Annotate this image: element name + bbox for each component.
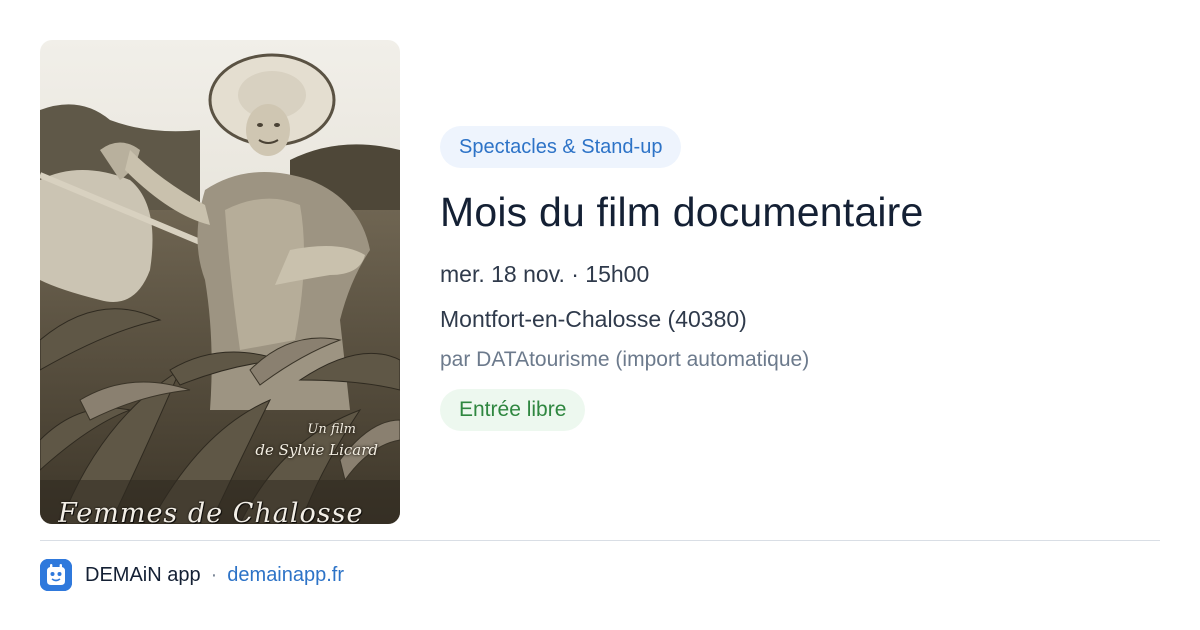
category-badge[interactable]: Spectacles & Stand-up bbox=[440, 126, 682, 168]
event-location: Montfort-en-Chalosse (40380) bbox=[440, 306, 747, 332]
event-share-card: Un film de Sylvie Licard Femmes de Chalo… bbox=[0, 0, 1200, 630]
event-info: Spectacles & Stand-up Mois du film docum… bbox=[440, 126, 1160, 431]
price-badge: Entrée libre bbox=[440, 389, 586, 431]
event-title: Mois du film documentaire bbox=[440, 189, 924, 235]
footer-divider bbox=[40, 540, 1160, 541]
footer: DEMAiN app · demainapp.fr bbox=[40, 558, 344, 592]
event-source: par DATAtourisme (import automatique) bbox=[440, 348, 810, 371]
footer-separator: · bbox=[210, 563, 218, 586]
app-name: DEMAiN app bbox=[85, 563, 201, 586]
poster-film-title: Femmes de Chalosse bbox=[58, 498, 364, 524]
app-url-link[interactable]: demainapp.fr bbox=[227, 564, 344, 587]
demain-app-icon bbox=[40, 559, 72, 591]
event-datetime: mer. 18 nov. · 15h00 bbox=[440, 261, 650, 287]
event-poster-image: Un film de Sylvie Licard Femmes de Chalo… bbox=[40, 40, 400, 524]
poster-photo bbox=[40, 40, 400, 524]
